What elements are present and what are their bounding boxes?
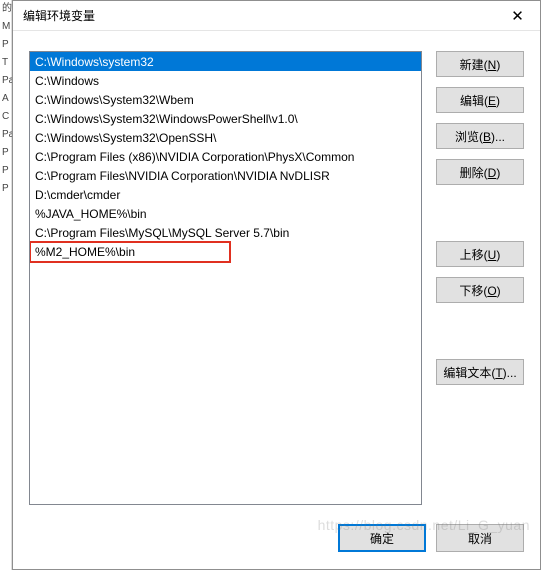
edit-text-button[interactable]: 编辑文本(T)... xyxy=(436,359,524,385)
close-icon: ✕ xyxy=(511,7,524,25)
background-window-strip: 的MPTPaACPaPPP xyxy=(0,0,12,570)
new-button-label: 新建(N) xyxy=(460,56,501,73)
move-up-button-label: 上移(U) xyxy=(460,246,501,263)
move-down-button-label: 下移(O) xyxy=(459,282,500,299)
list-item[interactable]: C:\Windows\System32\OpenSSH\ xyxy=(30,128,421,147)
cancel-button-label: 取消 xyxy=(468,530,492,547)
browse-button-label: 浏览(B)... xyxy=(455,128,505,145)
new-button[interactable]: 新建(N) xyxy=(436,51,524,77)
delete-button-label: 删除(D) xyxy=(460,164,501,181)
list-item[interactable]: C:\Windows xyxy=(30,71,421,90)
list-item[interactable]: D:\cmder\cmder xyxy=(30,185,421,204)
list-item[interactable]: C:\Windows\System32\Wbem xyxy=(30,90,421,109)
edit-button[interactable]: 编辑(E) xyxy=(436,87,524,113)
edit-text-button-label: 编辑文本(T)... xyxy=(443,364,516,381)
list-item[interactable]: %JAVA_HOME%\bin xyxy=(30,204,421,223)
cancel-button[interactable]: 取消 xyxy=(436,524,524,552)
list-item[interactable]: C:\Program Files\MySQL\MySQL Server 5.7\… xyxy=(30,223,421,242)
list-item[interactable]: C:\Program Files\NVIDIA Corporation\NVID… xyxy=(30,166,421,185)
list-item[interactable]: %M2_HOME%\bin xyxy=(30,242,421,261)
button-sidebar: 新建(N) 编辑(E) 浏览(B)... 删除(D) 上移(U) 下移(O) 编… xyxy=(436,51,524,505)
move-down-button[interactable]: 下移(O) xyxy=(436,277,524,303)
browse-button[interactable]: 浏览(B)... xyxy=(436,123,524,149)
dialog-title: 编辑环境变量 xyxy=(23,7,95,24)
path-listbox[interactable]: C:\Windows\system32C:\WindowsC:\Windows\… xyxy=(29,51,422,505)
ok-button[interactable]: 确定 xyxy=(338,524,426,552)
dialog-content: C:\Windows\system32C:\WindowsC:\Windows\… xyxy=(13,31,540,517)
list-item[interactable]: C:\Windows\system32 xyxy=(30,52,421,71)
ok-button-label: 确定 xyxy=(370,530,394,547)
list-item[interactable]: C:\Program Files (x86)\NVIDIA Corporatio… xyxy=(30,147,421,166)
close-button[interactable]: ✕ xyxy=(495,1,540,31)
edit-env-var-dialog: 编辑环境变量 ✕ C:\Windows\system32C:\WindowsC:… xyxy=(12,0,541,570)
list-item[interactable]: C:\Windows\System32\WindowsPowerShell\v1… xyxy=(30,109,421,128)
edit-button-label: 编辑(E) xyxy=(460,92,500,109)
dialog-footer: 确定 取消 xyxy=(13,517,540,569)
move-up-button[interactable]: 上移(U) xyxy=(436,241,524,267)
titlebar: 编辑环境变量 ✕ xyxy=(13,1,540,31)
delete-button[interactable]: 删除(D) xyxy=(436,159,524,185)
